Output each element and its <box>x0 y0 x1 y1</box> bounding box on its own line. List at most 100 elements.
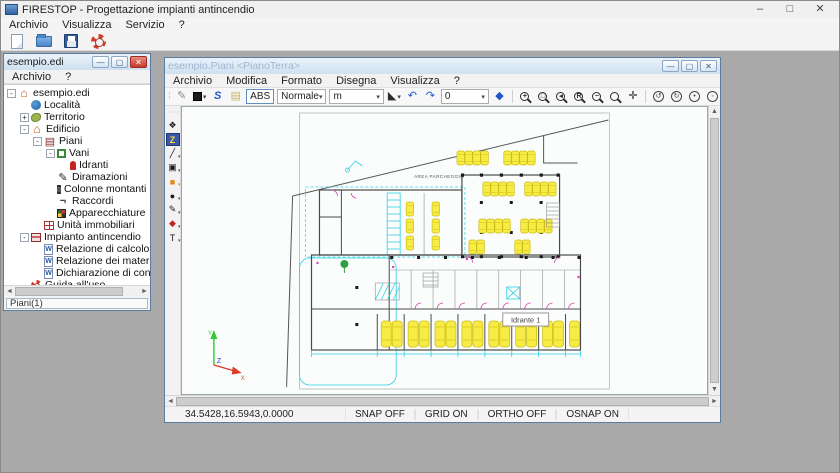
view-rotate-left-button[interactable]: ↺ <box>651 89 666 104</box>
room-tool[interactable]: ▣▾ <box>166 161 180 174</box>
tree-item-territorio[interactable]: +Territorio <box>4 111 150 123</box>
menu-item-visualizza[interactable]: Visualizza <box>62 19 111 31</box>
tree-item-dichiarazione-di-conformit-d-m-[interactable]: WDichiarazione di conformità D.M. <box>4 267 150 279</box>
zoom-window-button[interactable]: □ <box>535 89 550 104</box>
hydrant-tool[interactable]: ◆▾ <box>166 217 180 230</box>
chevron-down-icon[interactable]: ▾ <box>178 154 181 160</box>
menu-item-[interactable]: ? <box>179 19 185 31</box>
chevron-down-icon[interactable]: ▾ <box>376 93 380 101</box>
style-combo[interactable]: Normale▾ <box>277 89 326 104</box>
menu-item-archivio[interactable]: Archivio <box>173 75 212 87</box>
color-swatch[interactable]: ▾ <box>192 89 207 104</box>
layer-icon[interactable]: ▤ <box>228 89 243 104</box>
tree-expand-icon[interactable]: - <box>46 149 55 158</box>
new-file-button[interactable] <box>7 33 27 50</box>
chevron-down-icon[interactable]: ▾ <box>178 168 181 174</box>
cad-hscroll-thumb[interactable] <box>176 397 709 406</box>
line-tool[interactable]: ╱▾ <box>166 147 180 160</box>
tree-minimize-button[interactable]: — <box>92 56 109 68</box>
help-button[interactable] <box>88 33 108 50</box>
tree-item-relazione-di-calcolo[interactable]: WRelazione di calcolo <box>4 243 150 255</box>
pointer-tool[interactable]: ❖ <box>166 119 180 132</box>
cad-vscroll-thumb[interactable] <box>710 118 719 383</box>
close-button[interactable]: ✕ <box>805 1 835 18</box>
zoom-in-button[interactable]: + <box>517 89 532 104</box>
tree-item-vani[interactable]: -Vani <box>4 147 150 159</box>
redo-button[interactable]: ↷ <box>423 89 438 104</box>
menu-item-archivio[interactable]: Archivio <box>9 19 48 31</box>
undo-button[interactable]: ↶ <box>405 89 420 104</box>
tree-item-unit-immobiliari[interactable]: Unità immobiliari <box>4 219 150 231</box>
circle-tool[interactable]: ●▾ <box>166 189 180 202</box>
units-combo[interactable]: m▾ <box>329 89 383 104</box>
maximize-button[interactable]: □ <box>775 1 805 18</box>
zoom-realtime-button[interactable]: R <box>571 89 586 104</box>
view-rotate-right-button[interactable]: ↻ <box>669 89 684 104</box>
angle-snap-icon[interactable]: ◣▾ <box>387 89 402 104</box>
cad-minimize-button[interactable]: — <box>662 60 679 72</box>
abs-button[interactable]: ABS <box>246 89 274 104</box>
menu-item-formato[interactable]: Formato <box>281 75 322 87</box>
chevron-down-icon[interactable]: ▾ <box>178 238 181 244</box>
eraser-icon[interactable]: ◆ <box>492 89 507 104</box>
tree-expand-icon[interactable]: - <box>20 233 29 242</box>
scroll-left-icon[interactable]: ◄ <box>165 396 176 407</box>
pen-tool[interactable]: ✎▾ <box>166 203 180 216</box>
chevron-down-icon[interactable]: ▾ <box>178 182 181 188</box>
menu-item-archivio[interactable]: Archivio <box>12 71 51 83</box>
column-tool[interactable]: ■▾ <box>166 175 180 188</box>
snap-toggle[interactable]: SNAP OFF <box>345 409 415 420</box>
cad-hscrollbar[interactable]: ◄ ► <box>165 395 720 406</box>
zoom-previous-button[interactable]: ◂ <box>553 89 568 104</box>
tree-expand-icon[interactable]: - <box>7 89 16 98</box>
menu-item-[interactable]: ? <box>454 75 460 87</box>
cad-vscrollbar[interactable]: ▲ ▼ <box>708 106 720 395</box>
open-file-button[interactable] <box>34 33 54 50</box>
tree-window-titlebar[interactable]: esempio.edi — ▢ ✕ <box>4 54 150 70</box>
chevron-down-icon[interactable]: ▾ <box>178 196 181 202</box>
angle-combo[interactable]: 0▾ <box>441 89 489 104</box>
spline-icon[interactable]: S <box>210 89 225 104</box>
tree-item-diramazioni[interactable]: Diramazioni <box>4 171 150 183</box>
menu-item-servizio[interactable]: Servizio <box>125 19 164 31</box>
text-tool[interactable]: T▾ <box>166 231 180 244</box>
view-reset-button[interactable]: ◦ <box>705 89 720 104</box>
tree-item-impianto-antincendio[interactable]: -Impianto antincendio <box>4 231 150 243</box>
chevron-down-icon[interactable]: ▾ <box>178 210 181 216</box>
drawing-canvas[interactable]: AREA PARCHEGGIO <box>181 106 708 395</box>
scroll-right-icon[interactable]: ► <box>139 286 150 297</box>
grid-toggle[interactable]: GRID ON <box>415 409 478 420</box>
chevron-down-icon[interactable]: ▾ <box>397 93 401 101</box>
chevron-down-icon[interactable]: ▾ <box>203 93 207 101</box>
menu-item-disegna[interactable]: Disegna <box>336 75 376 87</box>
chevron-down-icon[interactable]: ▾ <box>319 93 323 101</box>
osnap-toggle[interactable]: OSNAP ON <box>556 409 629 420</box>
scroll-up-icon[interactable]: ▲ <box>709 106 721 117</box>
tree-hscroll-thumb[interactable] <box>15 287 123 296</box>
zoom-extents-button[interactable] <box>607 89 622 104</box>
cad-window-titlebar[interactable]: esempio.Piani <PianoTerra> — ▢ ✕ <box>165 58 720 74</box>
tree-item-piani[interactable]: -Piani <box>4 135 150 147</box>
tree-item-idranti[interactable]: Idranti <box>4 159 150 171</box>
tree-item-localit-[interactable]: Località <box>4 99 150 111</box>
tree-expand-icon[interactable]: - <box>33 137 42 146</box>
tree-maximize-button[interactable]: ▢ <box>111 56 128 68</box>
tree-item-relazione-dei-materiali[interactable]: WRelazione dei materiali <box>4 255 150 267</box>
zoom-mode-tool[interactable]: Z <box>166 133 180 146</box>
ortho-toggle[interactable]: ORTHO OFF <box>478 409 557 420</box>
save-button[interactable] <box>61 33 81 50</box>
minimize-button[interactable]: – <box>745 1 775 18</box>
menu-item-visualizza[interactable]: Visualizza <box>390 75 439 87</box>
menu-item-modifica[interactable]: Modifica <box>226 75 267 87</box>
chevron-down-icon[interactable]: ▾ <box>481 93 485 101</box>
view-top-button[interactable]: • <box>687 89 702 104</box>
tree-item-apparecchiature[interactable]: Apparecchiature <box>4 207 150 219</box>
floor-plan[interactable]: AREA PARCHEGGIO <box>182 107 707 394</box>
pan-button[interactable]: ✛ <box>625 89 640 104</box>
menu-item-[interactable]: ? <box>65 71 71 83</box>
scroll-down-icon[interactable]: ▼ <box>709 384 721 395</box>
cad-close-button[interactable]: ✕ <box>700 60 717 72</box>
scroll-left-icon[interactable]: ◄ <box>4 286 15 297</box>
cad-maximize-button[interactable]: ▢ <box>681 60 698 72</box>
tree-item-edificio[interactable]: -Edificio <box>4 123 150 135</box>
